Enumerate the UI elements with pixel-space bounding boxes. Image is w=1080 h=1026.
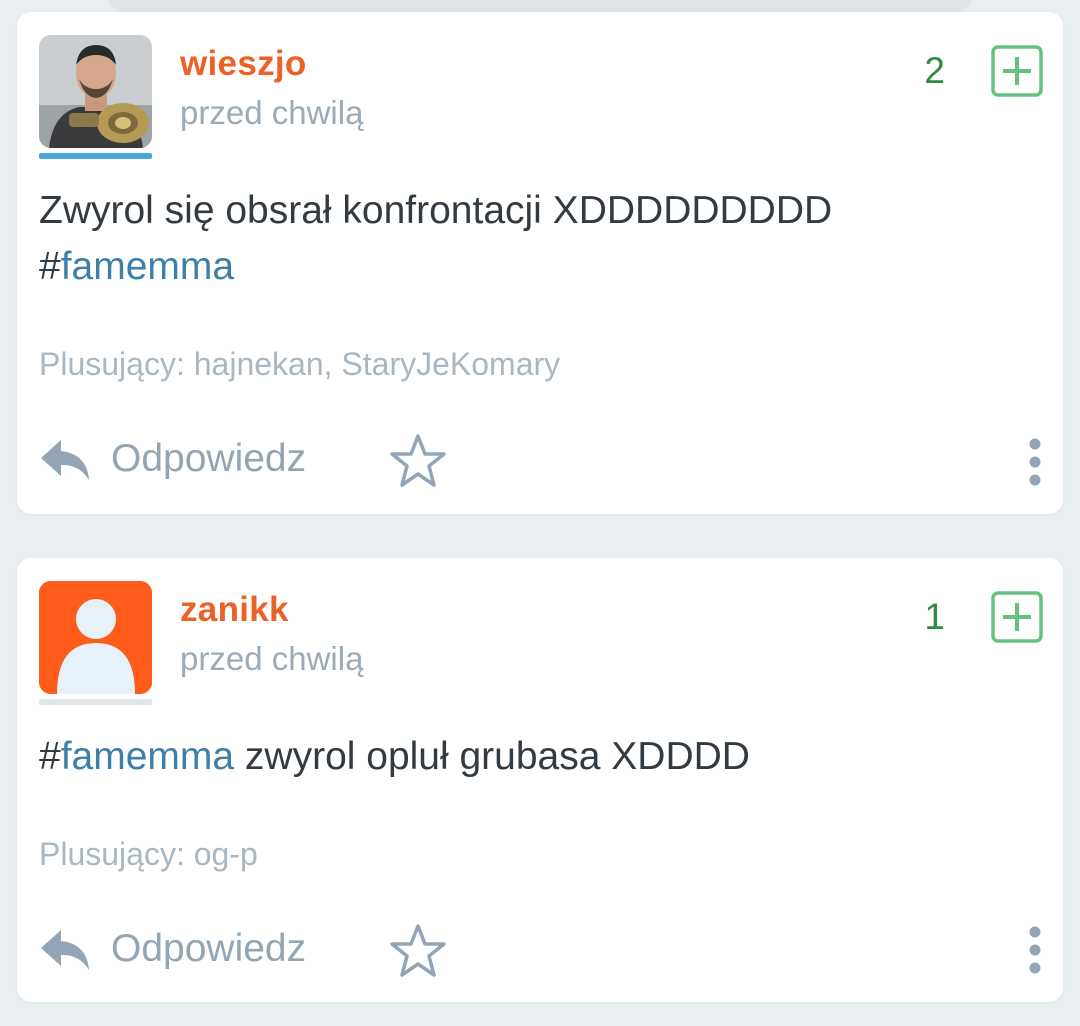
reply-label: Odpowiedz: [111, 927, 307, 970]
avatar-container[interactable]: [39, 35, 152, 159]
voters-list[interactable]: Plusujący: hajnekan, StaryJeKomary: [39, 346, 560, 383]
avatar-container[interactable]: [39, 581, 152, 705]
previous-card-edge: [110, 0, 970, 10]
entry-body: Zwyrol się obsrał konfrontacji XDDDDDDDD…: [39, 183, 1019, 295]
vote-count: 2: [924, 50, 945, 91]
default-person-icon: [39, 581, 152, 694]
voters-list[interactable]: Plusujący: og-p: [39, 836, 258, 873]
entry-card: wieszjo przed chwilą 2 Zwyrol się obsrał…: [17, 12, 1063, 514]
vote-count: 1: [924, 596, 945, 637]
reply-button[interactable]: Odpowiedz: [39, 926, 306, 972]
hash-sign: #: [39, 245, 61, 288]
reply-button[interactable]: Odpowiedz: [39, 436, 306, 482]
reply-arrow-icon: [41, 930, 89, 970]
more-vertical-icon[interactable]: [1023, 924, 1047, 976]
entry-text: zwyrol opluł grubasa XDDDD: [234, 735, 750, 778]
reply-arrow-icon: [41, 440, 89, 480]
star-icon[interactable]: [389, 432, 447, 490]
star-icon[interactable]: [389, 922, 447, 980]
plus-icon[interactable]: [991, 591, 1043, 643]
more-vertical-icon[interactable]: [1023, 436, 1047, 488]
hashtag-link[interactable]: famemma: [61, 735, 234, 778]
avatar[interactable]: [39, 581, 152, 694]
avatar-gender-bar: [39, 153, 152, 159]
reply-label: Odpowiedz: [111, 437, 307, 480]
entry-body: #famemma zwyrol opluł grubasa XDDDD: [39, 729, 1019, 785]
hash-sign: #: [39, 735, 61, 778]
entry-text: Zwyrol się obsrał konfrontacji XDDDDDDDD…: [39, 189, 833, 232]
hashtag-link[interactable]: famemma: [61, 245, 234, 288]
user-photo-icon: [39, 35, 152, 148]
post-time[interactable]: przed chwilą: [180, 94, 363, 132]
username-link[interactable]: zanikk: [180, 590, 289, 630]
post-time[interactable]: przed chwilą: [180, 640, 363, 678]
avatar[interactable]: [39, 35, 152, 148]
avatar-gender-bar: [39, 699, 152, 705]
plus-icon[interactable]: [991, 45, 1043, 97]
entry-card: zanikk przed chwilą 1 #famemma zwyrol op…: [17, 558, 1063, 1002]
username-link[interactable]: wieszjo: [180, 44, 307, 84]
